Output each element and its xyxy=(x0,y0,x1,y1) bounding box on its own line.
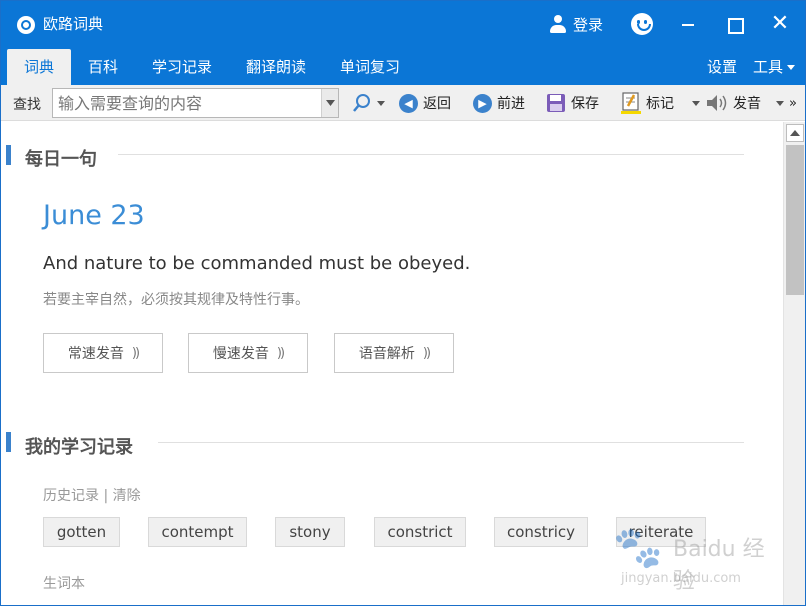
tab-encyclopedia[interactable]: 百科 xyxy=(77,49,129,85)
daily-sentence-title: 每日一句 xyxy=(25,149,97,170)
toolbar: 查找 ◀ 返回 ▶ 前进 保存 xyxy=(1,85,805,121)
scrollbar-thumb[interactable] xyxy=(786,145,804,295)
history-word-chip[interactable]: gotten xyxy=(43,517,120,547)
tools-menu[interactable]: 工具 xyxy=(753,49,796,85)
voice-analysis-label: 语音解析 xyxy=(358,346,415,362)
tools-label: 工具 xyxy=(753,58,784,76)
history-word-chip[interactable]: constrict xyxy=(374,517,466,547)
slow-speed-label: 慢速发音 xyxy=(212,346,269,362)
section-accent-bar xyxy=(6,145,11,165)
search-options-caret-icon[interactable] xyxy=(377,101,385,106)
slow-speed-button[interactable]: 慢速发音 )) xyxy=(188,333,308,373)
back-arrow-icon: ◀ xyxy=(399,93,418,113)
history-word-chip[interactable]: contempt xyxy=(148,517,247,547)
tab-study-records[interactable]: 学习记录 xyxy=(141,49,223,85)
speaker-icon xyxy=(707,95,727,111)
history-word-chip[interactable]: stony xyxy=(275,517,345,547)
mark-button[interactable]: 标记 xyxy=(621,90,674,116)
scroll-up-icon[interactable] xyxy=(786,124,804,142)
history-word-chip[interactable]: constricy xyxy=(494,517,588,547)
speak-options-caret-icon[interactable] xyxy=(776,101,784,106)
dropdown-arrow-icon[interactable] xyxy=(321,89,338,117)
history-word-chip[interactable]: reiterate xyxy=(616,517,706,547)
close-icon[interactable]: ✕ xyxy=(765,9,795,39)
study-records-title: 我的学习记录 xyxy=(25,437,133,458)
sound-wave-icon: )) xyxy=(422,345,431,361)
section-accent-bar xyxy=(6,432,11,452)
tab-dictionary[interactable]: 词典 xyxy=(7,49,71,85)
save-label: 保存 xyxy=(571,96,599,112)
search-icon xyxy=(353,94,370,112)
title-bar: 欧路词典 登录 ✕ xyxy=(1,1,805,47)
forward-label: 前进 xyxy=(497,96,525,112)
login-label: 登录 xyxy=(573,15,604,34)
tab-word-review[interactable]: 单词复习 xyxy=(329,49,411,85)
search-input[interactable] xyxy=(53,89,321,117)
smiley-icon[interactable] xyxy=(631,13,653,35)
normal-speed-label: 常速发音 xyxy=(67,346,124,362)
section-divider xyxy=(118,154,744,155)
chevron-down-icon xyxy=(787,65,796,70)
vocab-book-label: 生词本 xyxy=(43,576,85,592)
daily-sentence: And nature to be commanded must be obeye… xyxy=(43,253,471,274)
login-button[interactable]: 登录 xyxy=(549,12,603,36)
tab-translate-read[interactable]: 翻译朗读 xyxy=(235,49,317,85)
speak-button[interactable]: 发音 xyxy=(706,90,761,116)
history-header: 历史记录 | 清除 xyxy=(43,485,141,505)
daily-date: June 23 xyxy=(43,200,145,231)
back-button[interactable]: ◀ 返回 xyxy=(399,90,451,116)
user-icon xyxy=(549,14,567,34)
vertical-scrollbar[interactable] xyxy=(783,122,805,605)
normal-speed-button[interactable]: 常速发音 )) xyxy=(43,333,163,373)
mark-options-caret-icon[interactable] xyxy=(692,101,700,106)
section-divider xyxy=(158,442,744,443)
voice-analysis-button[interactable]: 语音解析 )) xyxy=(334,333,454,373)
app-logo-icon xyxy=(17,16,35,34)
speak-label: 发音 xyxy=(733,96,761,112)
sound-wave-icon: )) xyxy=(276,345,285,361)
back-label: 返回 xyxy=(423,96,451,112)
content-area: 每日一句 June 23 And nature to be commanded … xyxy=(1,122,783,605)
sound-wave-icon: )) xyxy=(131,345,140,361)
search-combobox[interactable] xyxy=(52,88,339,118)
forward-button[interactable]: ▶ 前进 xyxy=(473,90,525,116)
history-separator: | xyxy=(99,488,113,504)
mark-note-icon xyxy=(621,92,641,114)
find-label: 查找 xyxy=(13,97,41,113)
app-title: 欧路词典 xyxy=(43,15,104,33)
nav-bar: 词典 百科 学习记录 翻译朗读 单词复习 设置 工具 xyxy=(1,47,805,85)
forward-arrow-icon: ▶ xyxy=(473,93,492,113)
save-button[interactable]: 保存 xyxy=(546,90,599,116)
app-window: 欧路词典 登录 ✕ 词典 百科 学习记录 翻译朗读 单词复习 设置 工具 查找 xyxy=(0,0,806,606)
more-tools-button[interactable]: » xyxy=(789,90,797,116)
history-label: 历史记录 xyxy=(43,488,99,504)
maximize-icon[interactable] xyxy=(719,9,749,39)
save-disk-icon xyxy=(547,94,565,112)
settings-link[interactable]: 设置 xyxy=(707,49,737,85)
search-button[interactable] xyxy=(351,90,373,116)
mark-label: 标记 xyxy=(646,96,674,112)
minimize-icon[interactable] xyxy=(673,9,703,39)
clear-history-link[interactable]: 清除 xyxy=(113,488,141,504)
daily-translation: 若要主宰自然，必须按其规律及特性行事。 xyxy=(43,292,309,308)
